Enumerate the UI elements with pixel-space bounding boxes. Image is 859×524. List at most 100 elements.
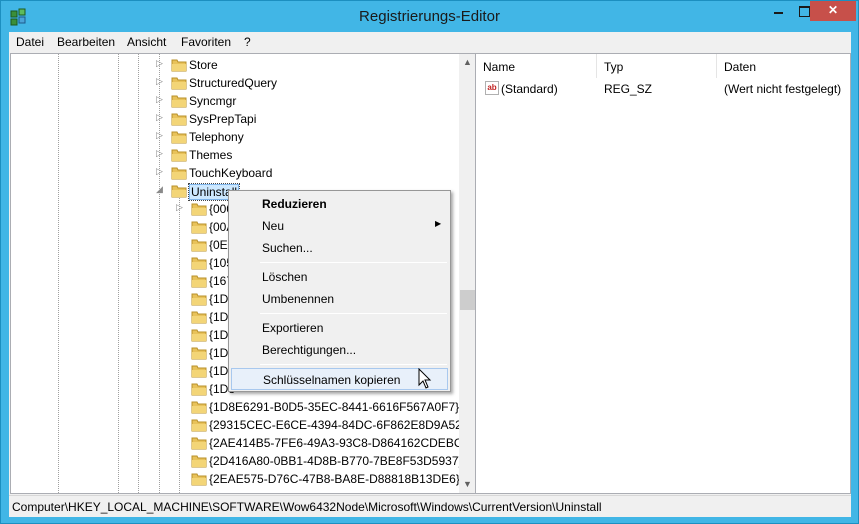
value-row[interactable]: ab (Standard) REG_SZ (Wert nicht festgel… — [476, 79, 850, 97]
tree-item-label: SysPrepTapi — [189, 112, 257, 126]
tree-item[interactable]: {1D8E6291-B0D5-35EC-8441-6616F567A0F7}.K… — [11, 398, 476, 416]
folder-icon — [171, 131, 187, 144]
column-header-name[interactable]: Name — [476, 54, 597, 78]
tree-item-label: Syncmgr — [189, 94, 237, 108]
folder-icon — [191, 329, 207, 342]
scroll-down-icon[interactable]: ▼ — [459, 476, 476, 493]
tree-item-label: Store — [189, 58, 218, 72]
scroll-up-icon[interactable]: ▲ — [459, 54, 476, 71]
tree-item[interactable]: ▷ Store — [11, 56, 461, 74]
expand-arrow-icon[interactable]: ▷ — [156, 166, 165, 177]
tree-item[interactable]: ▷ Syncmgr — [11, 92, 461, 110]
status-bar: Computer\HKEY_LOCAL_MACHINE\SOFTWARE\Wow… — [9, 495, 851, 517]
tree-item[interactable]: {2AE414B5-7FE6-49A3-93C8-D864162CDEBC} — [11, 434, 467, 452]
window-title: Registrierungs-Editor — [359, 8, 500, 25]
minimize-button[interactable] — [765, 1, 791, 21]
context-menu: Reduzieren Neu ▶ Suchen... Löschen Umben… — [228, 190, 451, 392]
folder-icon — [191, 455, 207, 468]
tree-item-label: Themes — [189, 148, 233, 162]
tree-item[interactable]: {2D416A80-0BB1-4D8B-B770-7BE8F53D5937} — [11, 452, 463, 470]
folder-icon — [171, 95, 187, 108]
folder-icon — [191, 257, 207, 270]
menu-item-neu[interactable]: Neu ▶ — [231, 215, 448, 237]
tree-item[interactable]: ▷ Telephony — [11, 128, 461, 146]
tree-item-label: {2D416A80-0BB1-4D8B-B770-7BE8F53D5937} — [209, 454, 463, 468]
menu-item-umbenennen[interactable]: Umbenennen — [231, 288, 448, 310]
value-type: REG_SZ — [604, 82, 653, 96]
tree-item-label: TouchKeyboard — [189, 166, 273, 180]
scroll-thumb[interactable] — [460, 290, 475, 310]
menu-item-reduzieren[interactable]: Reduzieren — [231, 193, 448, 215]
menu-datei[interactable]: Datei — [16, 35, 44, 49]
folder-icon — [191, 419, 207, 432]
values-list-pane[interactable]: Name Typ Daten ab (Standard) REG_SZ (Wer… — [475, 53, 851, 494]
menu-bar: Datei Bearbeiten Ansicht Favoriten ? — [9, 32, 851, 52]
menu-item-label: Suchen... — [262, 241, 313, 255]
expand-arrow-icon[interactable]: ▷ — [156, 94, 165, 105]
menu-ansicht[interactable]: Ansicht — [127, 35, 166, 49]
folder-icon — [171, 185, 187, 198]
submenu-arrow-icon: ▶ — [435, 219, 442, 228]
folder-icon — [191, 239, 207, 252]
menu-item-label: Exportieren — [262, 321, 324, 335]
menu-bearbeiten[interactable]: Bearbeiten — [57, 35, 115, 49]
expand-arrow-icon[interactable]: ▷ — [156, 76, 165, 87]
folder-icon — [171, 77, 187, 90]
menu-favoriten[interactable]: Favoriten — [181, 35, 231, 49]
menu-item-label: Löschen — [262, 270, 308, 284]
menu-item-schluesselnamen-kopieren[interactable]: Schlüsselnamen kopieren — [231, 368, 448, 390]
mouse-pointer-icon — [418, 368, 432, 389]
column-header-type[interactable]: Typ — [597, 54, 717, 78]
expand-arrow-icon[interactable]: ▷ — [156, 130, 165, 141]
folder-icon — [191, 203, 207, 216]
tree-item[interactable]: ▷ TouchKeyboard — [11, 164, 461, 182]
menu-item-exportieren[interactable]: Exportieren — [231, 317, 448, 339]
tree-item-label: Telephony — [189, 130, 244, 144]
folder-icon — [191, 365, 207, 378]
menu-item-suchen[interactable]: Suchen... — [231, 237, 448, 259]
folder-icon — [191, 275, 207, 288]
expand-arrow-icon[interactable]: ▷ — [176, 202, 185, 213]
tree-item[interactable]: {29315CEC-E6CE-4394-84DC-6F862E8D9A52} — [11, 416, 466, 434]
tree-item[interactable]: ▷ SysPrepTapi — [11, 110, 461, 128]
menu-separator — [260, 364, 447, 365]
tree-item[interactable]: ▷ Themes — [11, 146, 461, 164]
value-name: (Standard) — [501, 82, 558, 96]
folder-icon — [171, 167, 187, 180]
close-button[interactable] — [810, 1, 856, 21]
menu-item-label: Neu — [262, 219, 285, 233]
tree-item-label: {1D8E6291-B0D5-35EC-8441-6616F567A0F7}.K… — [209, 400, 477, 414]
menu-item-label: Reduzieren — [262, 197, 327, 211]
menu-separator — [260, 313, 447, 314]
tree-item[interactable]: {2EAE575-D76C-47B8-BA8E-D88818B13DE6} — [11, 470, 461, 488]
tree-item-label: {2AE414B5-7FE6-49A3-93C8-D864162CDEBC} — [209, 436, 467, 450]
string-value-icon: ab — [485, 81, 499, 95]
menu-item-label: Umbenennen — [262, 292, 335, 306]
folder-icon — [191, 437, 207, 450]
folder-icon — [171, 149, 187, 162]
menu-separator — [260, 262, 447, 263]
collapse-arrow-icon[interactable]: ◢ — [156, 184, 165, 195]
status-path: Computer\HKEY_LOCAL_MACHINE\SOFTWARE\Wow… — [12, 500, 602, 514]
expand-arrow-icon[interactable]: ▷ — [156, 112, 165, 123]
folder-icon — [171, 59, 187, 72]
column-header-data[interactable]: Daten — [717, 54, 852, 78]
tree-item-label: {2EAE575-D76C-47B8-BA8E-D88818B13DE6} — [209, 472, 460, 486]
folder-icon — [191, 221, 207, 234]
folder-icon — [191, 293, 207, 306]
folder-icon — [191, 473, 207, 486]
folder-icon — [191, 311, 207, 324]
expand-arrow-icon[interactable]: ▷ — [156, 58, 165, 69]
tree-scrollbar[interactable]: ▲ ▼ — [459, 54, 476, 493]
menu-help[interactable]: ? — [244, 35, 251, 49]
title-bar[interactable]: Registrierungs-Editor — [1, 1, 858, 32]
expand-arrow-icon[interactable]: ▷ — [156, 148, 165, 159]
value-data: (Wert nicht festgelegt) — [724, 82, 842, 96]
menu-item-loeschen[interactable]: Löschen — [231, 266, 448, 288]
folder-icon — [191, 347, 207, 360]
folder-icon — [191, 401, 207, 414]
tree-item[interactable]: ▷ StructuredQuery — [11, 74, 461, 92]
tree-item-label: StructuredQuery — [189, 76, 278, 90]
menu-item-label: Berechtigungen... — [262, 343, 357, 357]
menu-item-berechtigungen[interactable]: Berechtigungen... — [231, 339, 448, 361]
